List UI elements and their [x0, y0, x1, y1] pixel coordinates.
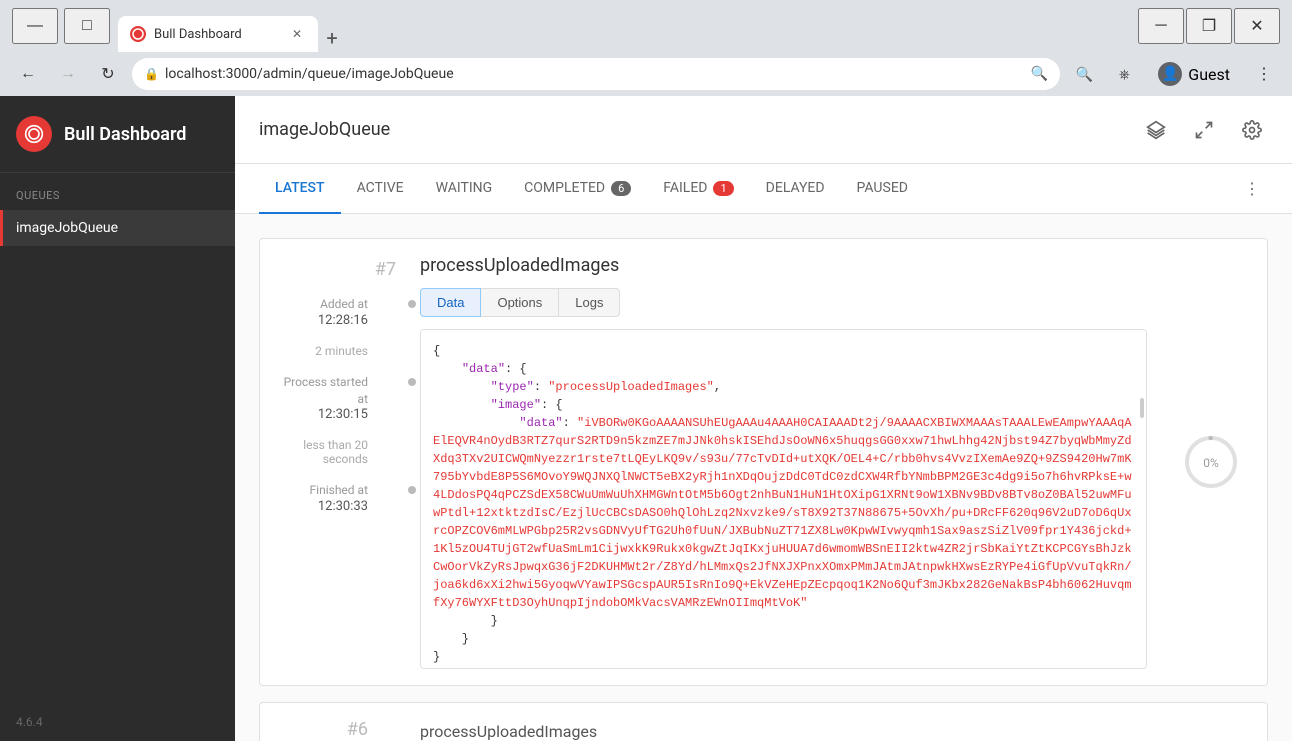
progress-circle: 0% — [1181, 432, 1241, 492]
timeline-dot-added — [408, 300, 416, 308]
browser-restore-button[interactable]: ❐ — [1186, 8, 1232, 44]
address-bar[interactable]: 🔒 localhost:3000/admin/queue/imageJobQue… — [132, 58, 1060, 90]
browser-close-button[interactable]: ✕ — [1234, 8, 1280, 44]
tabs-more-button[interactable]: ⋮ — [1236, 173, 1268, 205]
job-card-6: #6 processUploadedImages — [259, 702, 1268, 741]
sidebar: Bull Dashboard QUEUES imageJobQueue 4.6.… — [0, 96, 235, 741]
tabs-bar: LATEST ACTIVE WAITING COMPLETED 6 FAILED… — [235, 164, 1292, 214]
json-content: { "data": { "type": "processUploadedImag… — [420, 329, 1147, 669]
browser-minimize-button[interactable]: ─ — [1138, 8, 1184, 44]
job-detail: processUploadedImages Data Options Logs … — [420, 255, 1147, 669]
tab-latest[interactable]: LATEST — [259, 164, 341, 214]
main-content: imageJobQueue — [235, 96, 1292, 741]
tab-waiting[interactable]: WAITING — [420, 164, 509, 214]
forward-button[interactable]: → — [52, 58, 84, 90]
job-tab-options[interactable]: Options — [481, 288, 559, 317]
tab-title: Bull Dashboard — [154, 27, 242, 42]
duration-label: 2 minutes — [315, 344, 368, 358]
fullscreen-icon[interactable] — [1188, 114, 1220, 146]
failed-badge: 1 — [713, 181, 733, 196]
tab-favicon — [130, 26, 146, 42]
app-logo — [16, 116, 52, 152]
finished-at-value: 12:30:33 — [276, 499, 368, 514]
progress-text: 0% — [1203, 456, 1219, 470]
address-text: localhost:3000/admin/queue/imageJobQueue — [165, 66, 1025, 82]
new-tab-button[interactable]: + — [318, 24, 346, 52]
job-tab-data[interactable]: Data — [420, 288, 481, 317]
job-title: processUploadedImages — [420, 255, 1147, 276]
header-icons — [1140, 114, 1268, 146]
reload-button[interactable]: ↻ — [92, 58, 124, 90]
browser-search-button[interactable]: 🔍 — [1068, 58, 1100, 90]
json-scrollbar — [1140, 398, 1144, 418]
completed-badge: 6 — [611, 181, 631, 196]
tab-delayed[interactable]: DELAYED — [750, 164, 841, 214]
profile-icon: 👤 — [1158, 62, 1182, 86]
lock-icon: 🔒 — [144, 67, 159, 81]
tab-close-button[interactable]: ✕ — [288, 25, 306, 43]
job-card-7: #7 Added at 12:28:16 2 minutes Process s… — [259, 238, 1268, 686]
job-timeline: #7 Added at 12:28:16 2 minutes Process s… — [276, 255, 396, 669]
main-header: imageJobQueue — [235, 96, 1292, 164]
timeline-dot-started — [408, 378, 416, 386]
added-at-label: Added at — [276, 296, 368, 313]
sidebar-title: Bull Dashboard — [64, 124, 186, 145]
sidebar-header: Bull Dashboard — [0, 96, 235, 173]
process-started-label: Process started at — [276, 374, 368, 408]
settings-icon[interactable] — [1236, 114, 1268, 146]
back-button[interactable]: ← — [12, 58, 44, 90]
sidebar-item-imageJobQueue[interactable]: imageJobQueue — [0, 210, 235, 246]
sidebar-version: 4.6.4 — [0, 703, 235, 741]
timeline-dot-finished — [408, 486, 416, 494]
tab-completed[interactable]: COMPLETED 6 — [508, 164, 647, 214]
profile-label: Guest — [1188, 65, 1230, 84]
finished-duration-label: less than 20 seconds — [303, 438, 368, 466]
minimize-button[interactable]: — — [12, 8, 58, 44]
profile-button[interactable]: 👤 Guest — [1148, 58, 1240, 90]
tab-active[interactable]: ACTIVE — [341, 164, 420, 214]
split-view-button[interactable]: ⎈ — [1108, 58, 1140, 90]
browser-menu-button[interactable]: ⋮ — [1248, 58, 1280, 90]
queue-item-label: imageJobQueue — [16, 220, 118, 236]
tab-paused[interactable]: PAUSED — [841, 164, 924, 214]
added-at-value: 12:28:16 — [276, 313, 368, 328]
job-tabs: Data Options Logs — [420, 288, 1147, 317]
search-icon: 🔍 — [1031, 66, 1048, 82]
job-tab-logs[interactable]: Logs — [559, 288, 620, 317]
address-bar-row: ← → ↻ 🔒 localhost:3000/admin/queue/image… — [0, 52, 1292, 96]
browser-tab[interactable]: Bull Dashboard ✕ — [118, 16, 318, 52]
queues-section-label: QUEUES — [0, 173, 235, 210]
maximize-button[interactable]: □ — [64, 8, 110, 44]
job-number: #7 — [276, 259, 396, 280]
content-area: #7 Added at 12:28:16 2 minutes Process s… — [235, 214, 1292, 741]
job-number-6: #6 — [276, 719, 368, 740]
queue-name-title: imageJobQueue — [259, 119, 1140, 140]
process-started-value: 12:30:15 — [276, 407, 368, 422]
finished-at-label: Finished at — [276, 482, 368, 499]
job-progress: 0% — [1171, 255, 1251, 669]
tab-failed[interactable]: FAILED 1 — [647, 164, 749, 214]
layers-icon[interactable] — [1140, 114, 1172, 146]
job-title-6: processUploadedImages — [420, 722, 597, 741]
